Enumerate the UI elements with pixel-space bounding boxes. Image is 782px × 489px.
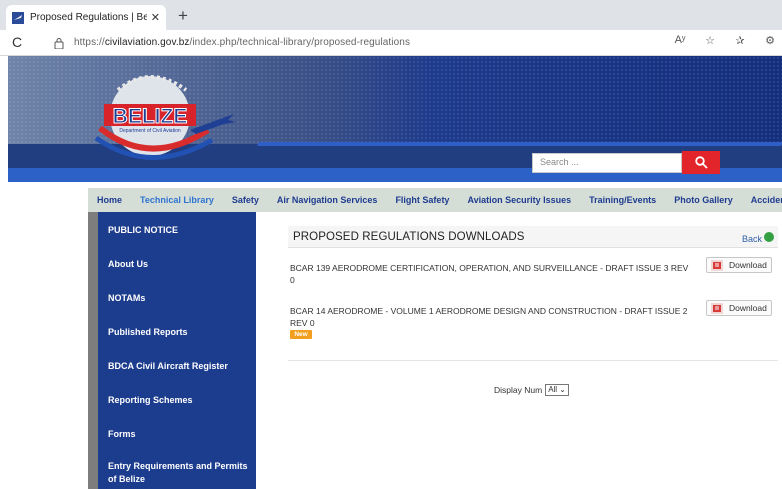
logo-text: BELIZE (113, 105, 188, 128)
sidebar-item-public-notice[interactable]: PUBLIC NOTICE (108, 224, 253, 237)
browser-tab[interactable]: Proposed Regulations | Belize De ✕ (6, 5, 166, 30)
reload-icon[interactable]: C (12, 34, 22, 50)
divider (288, 360, 778, 361)
site-search-button[interactable] (682, 151, 720, 174)
back-link[interactable]: Back (742, 234, 762, 244)
document-title[interactable]: BCAR 139 AERODROME CERTIFICATION, OPERAT… (290, 262, 690, 286)
back-icon[interactable] (764, 232, 774, 242)
sidebar-item-entry-requirements[interactable]: Entry Requirements and Permits of Belize (108, 460, 253, 486)
sidebar-item-civil-aircraft-register[interactable]: BDCA Civil Aircraft Register (108, 360, 253, 373)
read-aloud-icon[interactable]: Aʸ (672, 34, 688, 47)
new-tab-button[interactable]: + (172, 5, 194, 27)
display-num-select[interactable]: All ⌄ (545, 384, 570, 396)
nav-home[interactable]: Home (88, 195, 131, 205)
nav-safety[interactable]: Safety (223, 195, 268, 205)
sidebar: PUBLIC NOTICE About Us NOTAMs Published … (88, 212, 256, 489)
site-search-input[interactable]: Search ... (532, 153, 682, 173)
download-button-label: Download (729, 303, 767, 313)
nav-training-events[interactable]: Training/Events (580, 195, 665, 205)
nav-technical-library[interactable]: Technical Library (131, 195, 223, 205)
nav-photo-gallery[interactable]: Photo Gallery (665, 195, 742, 205)
sidebar-item-published-reports[interactable]: Published Reports (108, 326, 253, 339)
download-button[interactable]: Download (706, 300, 772, 316)
sidebar-item-notams[interactable]: NOTAMs (108, 292, 253, 305)
site-favicon-icon (12, 11, 24, 24)
download-button[interactable]: Download (706, 257, 772, 273)
url-prefix: https:// (74, 37, 105, 48)
url-field[interactable]: https://civilaviation.gov.bz/index.php/t… (74, 37, 410, 48)
display-num-label: Display Num (494, 385, 543, 395)
display-num-value: All (548, 385, 558, 394)
sidebar-menu: PUBLIC NOTICE About Us NOTAMs Published … (98, 212, 256, 489)
main-nav: Home Technical Library Safety Air Naviga… (88, 188, 782, 212)
new-badge: New (290, 330, 312, 339)
lock-icon[interactable] (54, 37, 64, 49)
nav-flight-safety[interactable]: Flight Safety (386, 195, 458, 205)
banner-accent-band (256, 142, 782, 146)
tab-title: Proposed Regulations | Belize De (30, 12, 147, 23)
favorites-icon[interactable]: ☆ (702, 34, 718, 47)
pdf-icon (711, 259, 723, 271)
display-num-control: Display Num All ⌄ (494, 384, 570, 396)
main-content: PROPOSED REGULATIONS DOWNLOADS Back BCAR… (286, 212, 782, 489)
pdf-icon (711, 302, 723, 314)
section-header: PROPOSED REGULATIONS DOWNLOADS Back (288, 226, 778, 248)
nav-aviation-security-issues[interactable]: Aviation Security Issues (458, 195, 580, 205)
collections-icon[interactable]: ✰ (732, 34, 748, 47)
nav-accident-incident-investigation[interactable]: Accident Incident Investi (742, 195, 782, 205)
belize-dca-logo[interactable]: BELIZE Department of Civil Aviation (78, 68, 238, 170)
sidebar-item-forms[interactable]: Forms (108, 428, 253, 441)
logo-subtext: Department of Civil Aviation (119, 128, 181, 134)
tab-close-icon[interactable]: ✕ (151, 11, 160, 24)
sidebar-item-reporting-schemes[interactable]: Reporting Schemes (108, 394, 253, 407)
nav-air-navigation-services[interactable]: Air Navigation Services (268, 195, 387, 205)
address-bar-actions: Aʸ ☆ ✰ ⚙ (672, 34, 778, 47)
url-host: civilaviation.gov.bz (104, 37, 190, 48)
page-title: PROPOSED REGULATIONS DOWNLOADS (293, 231, 525, 243)
download-button-label: Download (729, 260, 767, 270)
browser-tab-bar: Proposed Regulations | Belize De ✕ + (0, 0, 782, 30)
document-title[interactable]: BCAR 14 AERODROME - VOLUME 1 AERODROME D… (290, 305, 702, 329)
search-icon (694, 156, 708, 169)
url-path: /index.php/technical-library/proposed-re… (189, 37, 411, 48)
address-bar: C https://civilaviation.gov.bz/index.php… (0, 30, 782, 56)
sidebar-item-about-us[interactable]: About Us (108, 258, 253, 271)
browser-menu-icon[interactable]: ⚙ (762, 34, 778, 47)
